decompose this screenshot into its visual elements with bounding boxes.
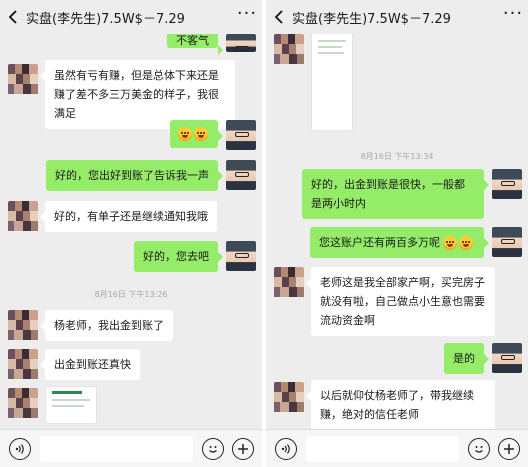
chat-window-right: 实盘(李先生)7.5W$－7.29 ··· 8月16日 下午13:34 好的，出… bbox=[266, 0, 528, 467]
voice-icon bbox=[15, 443, 24, 454]
image-detail bbox=[52, 405, 84, 407]
input-bar bbox=[266, 429, 528, 467]
plus-icon bbox=[238, 443, 248, 454]
avatar[interactable] bbox=[8, 64, 38, 94]
message-bubble[interactable]: 老师这是我全部家产啊，买完房子就没有啦，自己做点小生意也需要流动资金啊 bbox=[306, 267, 495, 336]
avatar[interactable] bbox=[226, 241, 256, 271]
emoji-bubble[interactable] bbox=[170, 120, 223, 148]
avatar[interactable] bbox=[492, 343, 522, 373]
message-input[interactable] bbox=[40, 435, 193, 462]
message-bubble[interactable]: 虽然有亏有赚，但是总体下来还是赚了差不多三万美金的样子，我很满足 bbox=[40, 60, 235, 129]
image-message[interactable] bbox=[45, 386, 97, 424]
message-text: 您这账户还有两百多万呢 bbox=[319, 236, 440, 249]
timestamp: 8月16日 下午13:26 bbox=[94, 290, 168, 299]
smile-icon bbox=[209, 445, 217, 453]
message-bubble[interactable]: 好的，出金到账是很快，一般都是两小时内 bbox=[302, 169, 489, 219]
avatar[interactable] bbox=[8, 201, 38, 231]
grin-emoji-icon bbox=[443, 236, 457, 250]
grin-emoji-icon bbox=[178, 127, 192, 141]
message-bubble[interactable]: 好的，您出好到账了告诉我一声 bbox=[46, 160, 223, 191]
image-detail bbox=[52, 391, 82, 394]
message-bubble[interactable]: 是的 bbox=[444, 343, 489, 374]
chevron-left-icon bbox=[274, 10, 283, 24]
image-detail bbox=[52, 399, 90, 401]
more-button[interactable]: ··· bbox=[232, 5, 262, 25]
avatar[interactable] bbox=[8, 388, 38, 418]
emoji-button[interactable] bbox=[202, 437, 224, 460]
chat-header: 实盘(李先生)7.5W$－7.29 ··· bbox=[266, 0, 528, 34]
message-bubble[interactable]: 杨老师，我出金到账了 bbox=[40, 310, 173, 341]
message-bubble[interactable]: 好的，您去吧 bbox=[134, 241, 223, 272]
image-detail bbox=[318, 46, 342, 48]
voice-icon bbox=[281, 443, 290, 454]
chat-title: 实盘(李先生)7.5W$－7.29 bbox=[292, 11, 451, 27]
message-input[interactable] bbox=[306, 435, 459, 462]
plus-icon bbox=[504, 443, 514, 454]
avatar[interactable] bbox=[274, 267, 304, 297]
message-bubble[interactable]: 以后就仰仗杨老师了，带我继续赚，绝对的信任老师 bbox=[306, 380, 495, 430]
plus-button[interactable] bbox=[232, 437, 254, 460]
voice-button[interactable] bbox=[9, 437, 31, 460]
chat-window-left: 实盘(李先生)7.5W$－7.29 ··· 不客气 虽然有亏有赚，但是总体下来还… bbox=[0, 0, 262, 467]
smile-icon bbox=[475, 445, 483, 453]
back-button[interactable] bbox=[266, 10, 292, 24]
chat-header: 实盘(李先生)7.5W$－7.29 ··· bbox=[0, 0, 262, 34]
more-button[interactable]: ··· bbox=[498, 5, 528, 25]
timestamp: 8月16日 下午13:34 bbox=[360, 152, 434, 161]
avatar[interactable] bbox=[8, 310, 38, 340]
grin-emoji-icon bbox=[194, 127, 208, 141]
message-list[interactable]: 8月16日 下午13:34 好的，出金到账是很快，一般都是两小时内 您这账户还有… bbox=[266, 34, 528, 430]
avatar[interactable] bbox=[492, 227, 522, 257]
avatar[interactable] bbox=[274, 34, 304, 64]
message-bubble[interactable]: 您这账户还有两百多万呢 bbox=[310, 227, 489, 258]
message-list[interactable]: 不客气 虽然有亏有赚，但是总体下来还是赚了差不多三万美金的样子，我很满足 好的，… bbox=[0, 34, 262, 430]
avatar[interactable] bbox=[8, 349, 38, 379]
voice-button[interactable] bbox=[275, 437, 297, 460]
image-detail bbox=[318, 52, 344, 54]
avatar[interactable] bbox=[492, 169, 522, 199]
grin-emoji-icon bbox=[459, 236, 473, 250]
plus-button[interactable] bbox=[498, 437, 520, 460]
chevron-left-icon bbox=[8, 10, 17, 24]
input-bar bbox=[0, 429, 262, 467]
avatar[interactable] bbox=[226, 34, 256, 52]
image-detail bbox=[318, 40, 346, 42]
image-message[interactable] bbox=[311, 34, 353, 131]
emoji-button[interactable] bbox=[468, 437, 490, 460]
avatar[interactable] bbox=[274, 382, 304, 412]
chat-title: 实盘(李先生)7.5W$－7.29 bbox=[26, 11, 185, 27]
message-bubble[interactable]: 好的，有单子还是继续通知我哦 bbox=[40, 201, 217, 232]
avatar[interactable] bbox=[226, 120, 256, 150]
message-bubble[interactable]: 不客气 bbox=[167, 34, 223, 55]
back-button[interactable] bbox=[0, 10, 26, 24]
message-bubble[interactable]: 出金到账还真快 bbox=[40, 349, 140, 380]
avatar[interactable] bbox=[226, 160, 256, 190]
